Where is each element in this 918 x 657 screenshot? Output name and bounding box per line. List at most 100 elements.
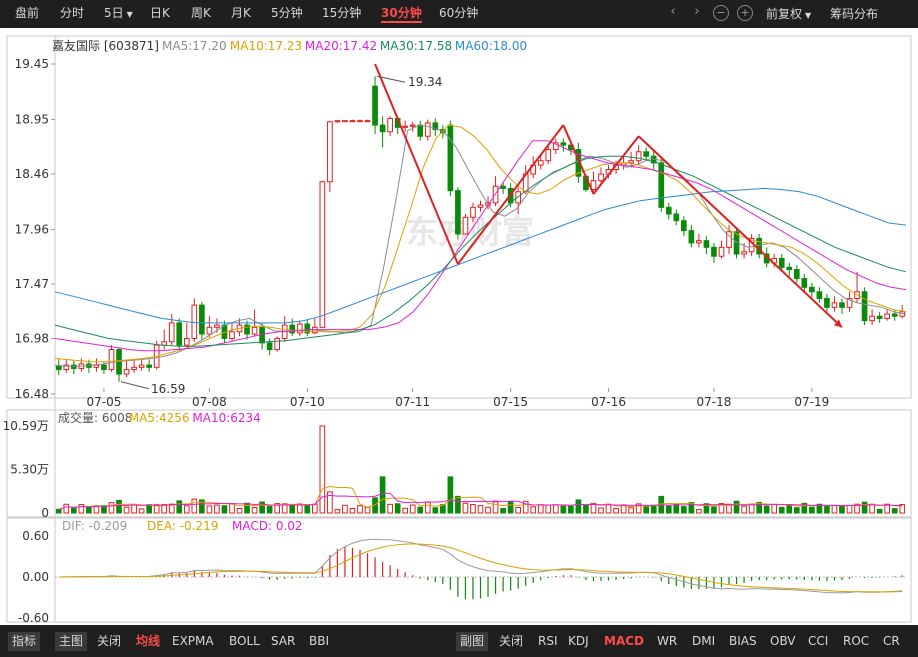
zoom-out-icon[interactable]: − — [713, 5, 729, 21]
chevron-left-icon[interactable]: ‹ — [665, 5, 681, 21]
period-tab-7[interactable]: 15分钟 — [322, 5, 361, 23]
candle-body-107 — [861, 291, 868, 322]
left-button-6[interactable]: SAR — [271, 633, 295, 651]
right-button-10[interactable]: ROC — [843, 633, 869, 651]
volume-bar-107 — [861, 501, 868, 514]
volume-bar-66 — [552, 504, 559, 514]
volume-bar-43 — [379, 476, 386, 514]
volume-bar-41 — [364, 506, 371, 514]
candle-body-37 — [334, 120, 341, 123]
candle-body-55 — [470, 206, 476, 218]
right-button-2[interactable]: RSI — [538, 633, 558, 651]
candle-body-108 — [869, 315, 875, 322]
left-button-0[interactable]: 指标 — [8, 632, 41, 651]
candle-body-19 — [199, 304, 205, 335]
volume-bar-70 — [583, 504, 589, 514]
left-button-2[interactable]: 关闭 — [97, 633, 121, 651]
candle-body-0 — [55, 365, 62, 371]
chip-distribution-button[interactable]: 筹码分布 — [830, 5, 878, 22]
period-tab-2[interactable]: 5日 ▼ — [104, 5, 133, 23]
volume-bar-68 — [568, 505, 574, 514]
candle-body-35 — [319, 181, 326, 328]
x-tick-label-6: 07-18 — [697, 395, 732, 409]
left-button-1[interactable]: 主图 — [55, 632, 88, 651]
candle-body-29 — [274, 337, 280, 351]
volume-bar-65 — [545, 504, 552, 514]
right-button-5[interactable]: WR — [657, 633, 677, 651]
volume-bar-73 — [605, 503, 612, 514]
candle-body-11 — [138, 364, 145, 368]
legend-ma-0: MA5:17.20 — [162, 39, 227, 53]
period-tab-8[interactable]: 30分钟 — [381, 5, 422, 23]
right-button-7[interactable]: BIAS — [729, 633, 757, 651]
volume-bar-1 — [63, 503, 70, 514]
candle-body-84 — [688, 230, 695, 244]
period-tab-3[interactable]: 日K — [150, 5, 170, 23]
x-tick-label-1: 07-08 — [192, 395, 227, 409]
volume-bar-102 — [824, 504, 830, 514]
left-button-5[interactable]: BOLL — [229, 633, 260, 651]
volume-bar-94 — [763, 505, 770, 514]
candle-body-82 — [673, 213, 680, 222]
candle-body-104 — [839, 302, 845, 308]
legend-ma-2: MA20:17.42 — [305, 39, 377, 53]
candle-body-77 — [635, 151, 642, 162]
candle-body-76 — [628, 160, 634, 164]
period-tab-9[interactable]: 60分钟 — [439, 5, 478, 23]
left-button-3[interactable]: 均线 — [136, 633, 160, 651]
volume-bar-100 — [809, 506, 815, 514]
kline-chart[interactable]: 东方财富嘉友国际 [603871] MA5:17.20 MA10:17.23 MA20… — [0, 28, 918, 625]
left-button-4[interactable]: EXPMA — [172, 633, 214, 651]
period-tab-0[interactable]: 盘前 — [15, 5, 39, 23]
candle-body-26 — [251, 326, 258, 335]
trend-arrow-4 — [637, 135, 843, 329]
volume-bar-38 — [342, 504, 348, 514]
volume-bar-44 — [387, 503, 393, 514]
candle-body-46 — [402, 125, 409, 128]
candle-body-9 — [123, 369, 130, 375]
right-button-3[interactable]: KDJ — [568, 633, 589, 651]
candle-body-5 — [93, 364, 100, 368]
volume-bar-28 — [266, 505, 273, 514]
volume-bar-35 — [319, 425, 326, 514]
period-toolbar: 盘前 分时 5日 ▼ 日K 周K 月K 5分钟 15分钟 30分钟 60分钟 ‹ › − + 前复权… — [0, 0, 918, 28]
right-button-0[interactable]: 副图 — [456, 632, 489, 651]
min-label: 16.59 — [151, 382, 185, 396]
volume-bar-111 — [891, 508, 898, 514]
volume-bar-37 — [334, 509, 341, 514]
volume-bar-63 — [530, 506, 537, 514]
candle-body-16 — [176, 322, 183, 346]
right-button-6[interactable]: DMI — [692, 633, 715, 651]
volume-y-tick-2: 0 — [41, 506, 49, 520]
volume-bar-40 — [357, 505, 363, 514]
period-tab-4[interactable]: 周K — [191, 5, 211, 23]
volume-bar-10 — [131, 504, 137, 514]
volume-bar-34 — [311, 503, 318, 514]
volume-bar-91 — [741, 505, 747, 514]
volume-bar-109 — [876, 508, 883, 514]
period-tab-6[interactable]: 5分钟 — [271, 5, 303, 23]
left-button-7[interactable]: BBI — [309, 633, 329, 651]
macd-legend-2: MACD: 0.02 — [232, 519, 303, 533]
candle-body-15 — [168, 322, 175, 343]
right-button-4[interactable]: MACD — [604, 633, 644, 651]
period-tab-1[interactable]: 分时 — [60, 5, 84, 23]
right-button-11[interactable]: CR — [883, 633, 900, 651]
volume-bar-79 — [650, 504, 657, 514]
right-button-9[interactable]: CCI — [808, 633, 828, 651]
adjust-dropdown[interactable]: 前复权 ▼ — [766, 5, 811, 22]
candle-body-40 — [357, 120, 363, 123]
volume-bar-18 — [191, 498, 198, 514]
period-tab-5[interactable]: 月K — [231, 5, 251, 23]
candle-body-20 — [206, 326, 213, 335]
candle-body-81 — [665, 206, 672, 215]
right-button-8[interactable]: OBV — [770, 633, 796, 651]
volume-bar-56 — [477, 505, 484, 514]
volume-bar-81 — [665, 505, 672, 514]
volume-bar-59 — [500, 508, 506, 514]
zoom-in-icon[interactable]: + — [737, 5, 753, 21]
candle-body-38 — [342, 120, 348, 123]
chevron-right-icon[interactable]: › — [689, 5, 705, 21]
candle-body-78 — [643, 151, 650, 157]
right-button-1[interactable]: 关闭 — [499, 633, 523, 651]
